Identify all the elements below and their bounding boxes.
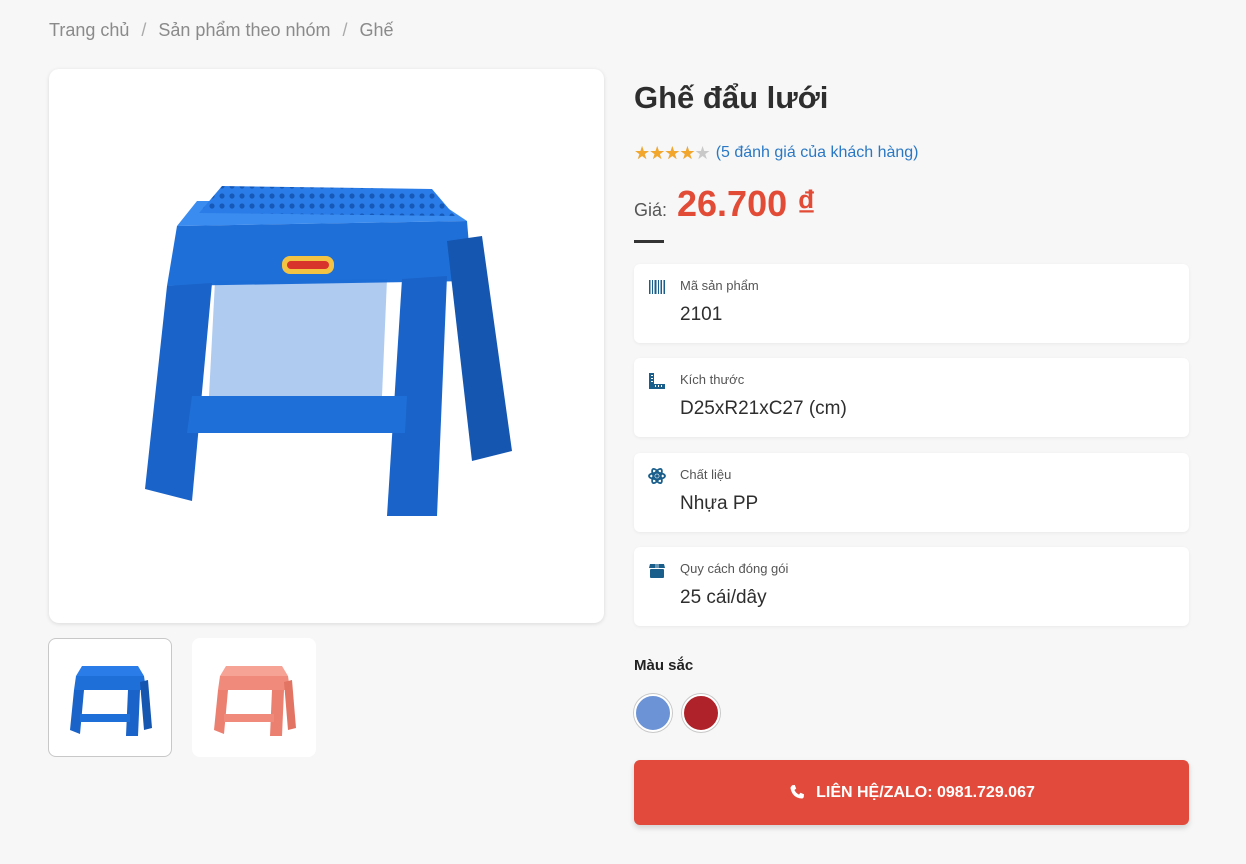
spec-value: 2101 [680, 304, 723, 325]
stool-thumb-blue [70, 665, 152, 736]
spec-card-dimensions: Kích thước D25xR21xC27 (cm) [634, 358, 1189, 437]
phone-icon [790, 784, 805, 799]
spec-value: Nhựa PP [680, 493, 759, 514]
breadcrumb: Trang chủ / Sản phẩm theo nhóm / Ghế [49, 20, 394, 41]
ruler-icon [649, 373, 665, 389]
breadcrumb-category[interactable]: Sản phẩm theo nhóm [158, 20, 330, 41]
color-swatch-blue[interactable] [634, 694, 672, 732]
product-rating: ★★★★★ ★★★★★ (5 đánh giá của khách hàng) [634, 143, 919, 163]
main-product-image[interactable] [49, 69, 604, 623]
spec-label: Quy cách đóng gói [680, 561, 789, 576]
spec-card-material: Chất liệu Nhựa PP [634, 453, 1189, 532]
product-title: Ghế đẩu lưới [634, 80, 829, 115]
breadcrumb-separator: / [141, 20, 147, 40]
stool-image [144, 186, 512, 516]
price-label: Giá: [634, 200, 668, 220]
breadcrumb-home[interactable]: Trang chủ [49, 20, 129, 41]
spec-card-packaging: Quy cách đóng gói 25 cái/dây [634, 547, 1189, 626]
spec-value: D25xR21xC27 (cm) [680, 398, 847, 419]
spec-card-product-code: Mã sản phẩm 2101 [634, 264, 1189, 343]
thumbnail-blue[interactable] [48, 638, 172, 757]
spec-value: 25 cái/dây [680, 587, 767, 608]
divider [634, 240, 664, 243]
contact-button-label: LIÊN HỆ/ZALO: 0981.729.067 [816, 783, 1035, 801]
star-rating: ★★★★★ ★★★★★ [634, 143, 711, 163]
spec-label: Chất liệu [680, 467, 732, 482]
spec-label: Mã sản phẩm [680, 278, 759, 293]
box-icon [649, 564, 665, 578]
contact-zalo-button[interactable]: LIÊN HỆ/ZALO: 0981.729.067 [634, 760, 1189, 825]
color-label: Màu sắc [634, 657, 694, 674]
price-row: Giá: 26.700 ₫ [634, 183, 816, 225]
review-count-link[interactable]: (5 đánh giá của khách hàng) [716, 144, 919, 162]
color-swatch-red[interactable] [682, 694, 720, 732]
thumbnail-pink[interactable] [192, 638, 316, 757]
price-value: 26.700 ₫ [677, 183, 816, 224]
barcode-icon [649, 280, 665, 294]
spec-label: Kích thước [680, 372, 745, 387]
atom-icon [648, 467, 666, 485]
breadcrumb-separator: / [342, 20, 348, 40]
stool-thumb-pink [214, 665, 296, 736]
star-rating-filled-icon: ★★★★★ [634, 143, 695, 163]
breadcrumb-current[interactable]: Ghế [360, 20, 394, 41]
